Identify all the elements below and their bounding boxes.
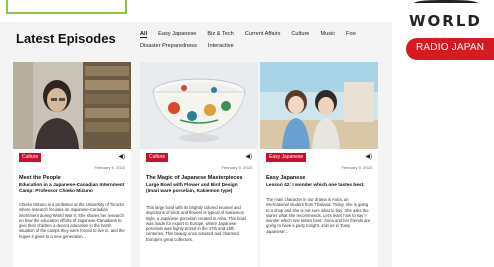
bowl-photo (140, 62, 258, 149)
episode-date: February 8, 2023 (221, 165, 252, 170)
page: WORLD RADIO JAPAN Latest Episodes All Ea… (0, 0, 494, 267)
episode-thumbnail-easy-japanese[interactable] (260, 62, 378, 149)
filter-row: Disaster Preparedness Interactive (140, 43, 245, 49)
filter-disaster-preparedness[interactable]: Disaster Preparedness (140, 43, 197, 49)
episode-title[interactable]: Large Bowl with Flower and Bird Design (… (146, 183, 252, 195)
filter-music[interactable]: Music (320, 31, 335, 38)
audio-icon[interactable]: ◀) (245, 153, 252, 160)
filter-biz-tech[interactable]: Biz & Tech (207, 31, 233, 38)
filter-easy-japanese[interactable]: Easy Japanese (158, 31, 196, 38)
highlight-frame (6, 0, 127, 14)
nhk-world-logo[interactable]: WORLD RADIO JAPAN (404, 0, 494, 64)
episode-title[interactable]: Education in a Japanese-Canadian Internm… (19, 183, 125, 195)
episode-description: Chieko Mizuno is a professor at the Univ… (19, 202, 125, 239)
category-tag[interactable]: Culture (146, 153, 169, 162)
section-title: Latest Episodes (16, 31, 116, 46)
episode-thumbnail-imari-bowl[interactable] (140, 62, 258, 149)
logo-radio-text: RADIO JAPAN (416, 42, 485, 53)
filter-interactive[interactable]: Interactive (208, 43, 234, 49)
program-title[interactable]: Meet the People (19, 175, 125, 181)
anime-illustration (260, 62, 378, 149)
episode-description: The main character in our drama is Anna,… (266, 197, 371, 234)
episode-card[interactable]: Easy Japanese ◀) February 8, 2023 Easy J… (260, 62, 378, 267)
filter-all[interactable]: All (140, 31, 148, 38)
logo-arc (414, 0, 478, 8)
episode-card[interactable]: Culture ◀) February 9, 2023 Meet the Peo… (13, 62, 131, 267)
episode-date: February 9, 2023 (94, 165, 125, 170)
episode-card[interactable]: Culture ◀) February 8, 2023 The Magic of… (140, 62, 258, 267)
episode-date: February 8, 2023 (341, 165, 372, 170)
filter-current-affairs[interactable]: Current Affairs (245, 31, 281, 38)
speaker-photo (13, 62, 131, 149)
audio-icon[interactable]: ◀) (365, 153, 372, 160)
category-tag[interactable]: Culture (19, 153, 42, 162)
episode-title[interactable]: Lesson 42: I wonder which one tastes bes… (266, 183, 372, 189)
episode-description: This large bowl with its brightly colore… (146, 205, 246, 242)
filter-culture[interactable]: Culture (291, 31, 309, 38)
program-title[interactable]: Easy Japanese (266, 175, 372, 181)
audio-icon[interactable]: ◀) (118, 153, 125, 160)
category-tag[interactable]: Easy Japanese (266, 153, 307, 162)
filter-row: All Easy Japanese Biz & Tech Current Aff… (140, 31, 367, 38)
category-filters: All Easy Japanese Biz & Tech Current Aff… (140, 28, 392, 58)
logo-world-text: WORLD (409, 12, 482, 30)
episode-thumbnail-meet-the-people[interactable] (13, 62, 131, 149)
filter-food[interactable]: Foo (346, 31, 356, 38)
latest-episodes-panel: Latest Episodes All Easy Japanese Biz & … (0, 22, 392, 267)
program-title[interactable]: The Magic of Japanese Masterpieces (146, 175, 252, 181)
